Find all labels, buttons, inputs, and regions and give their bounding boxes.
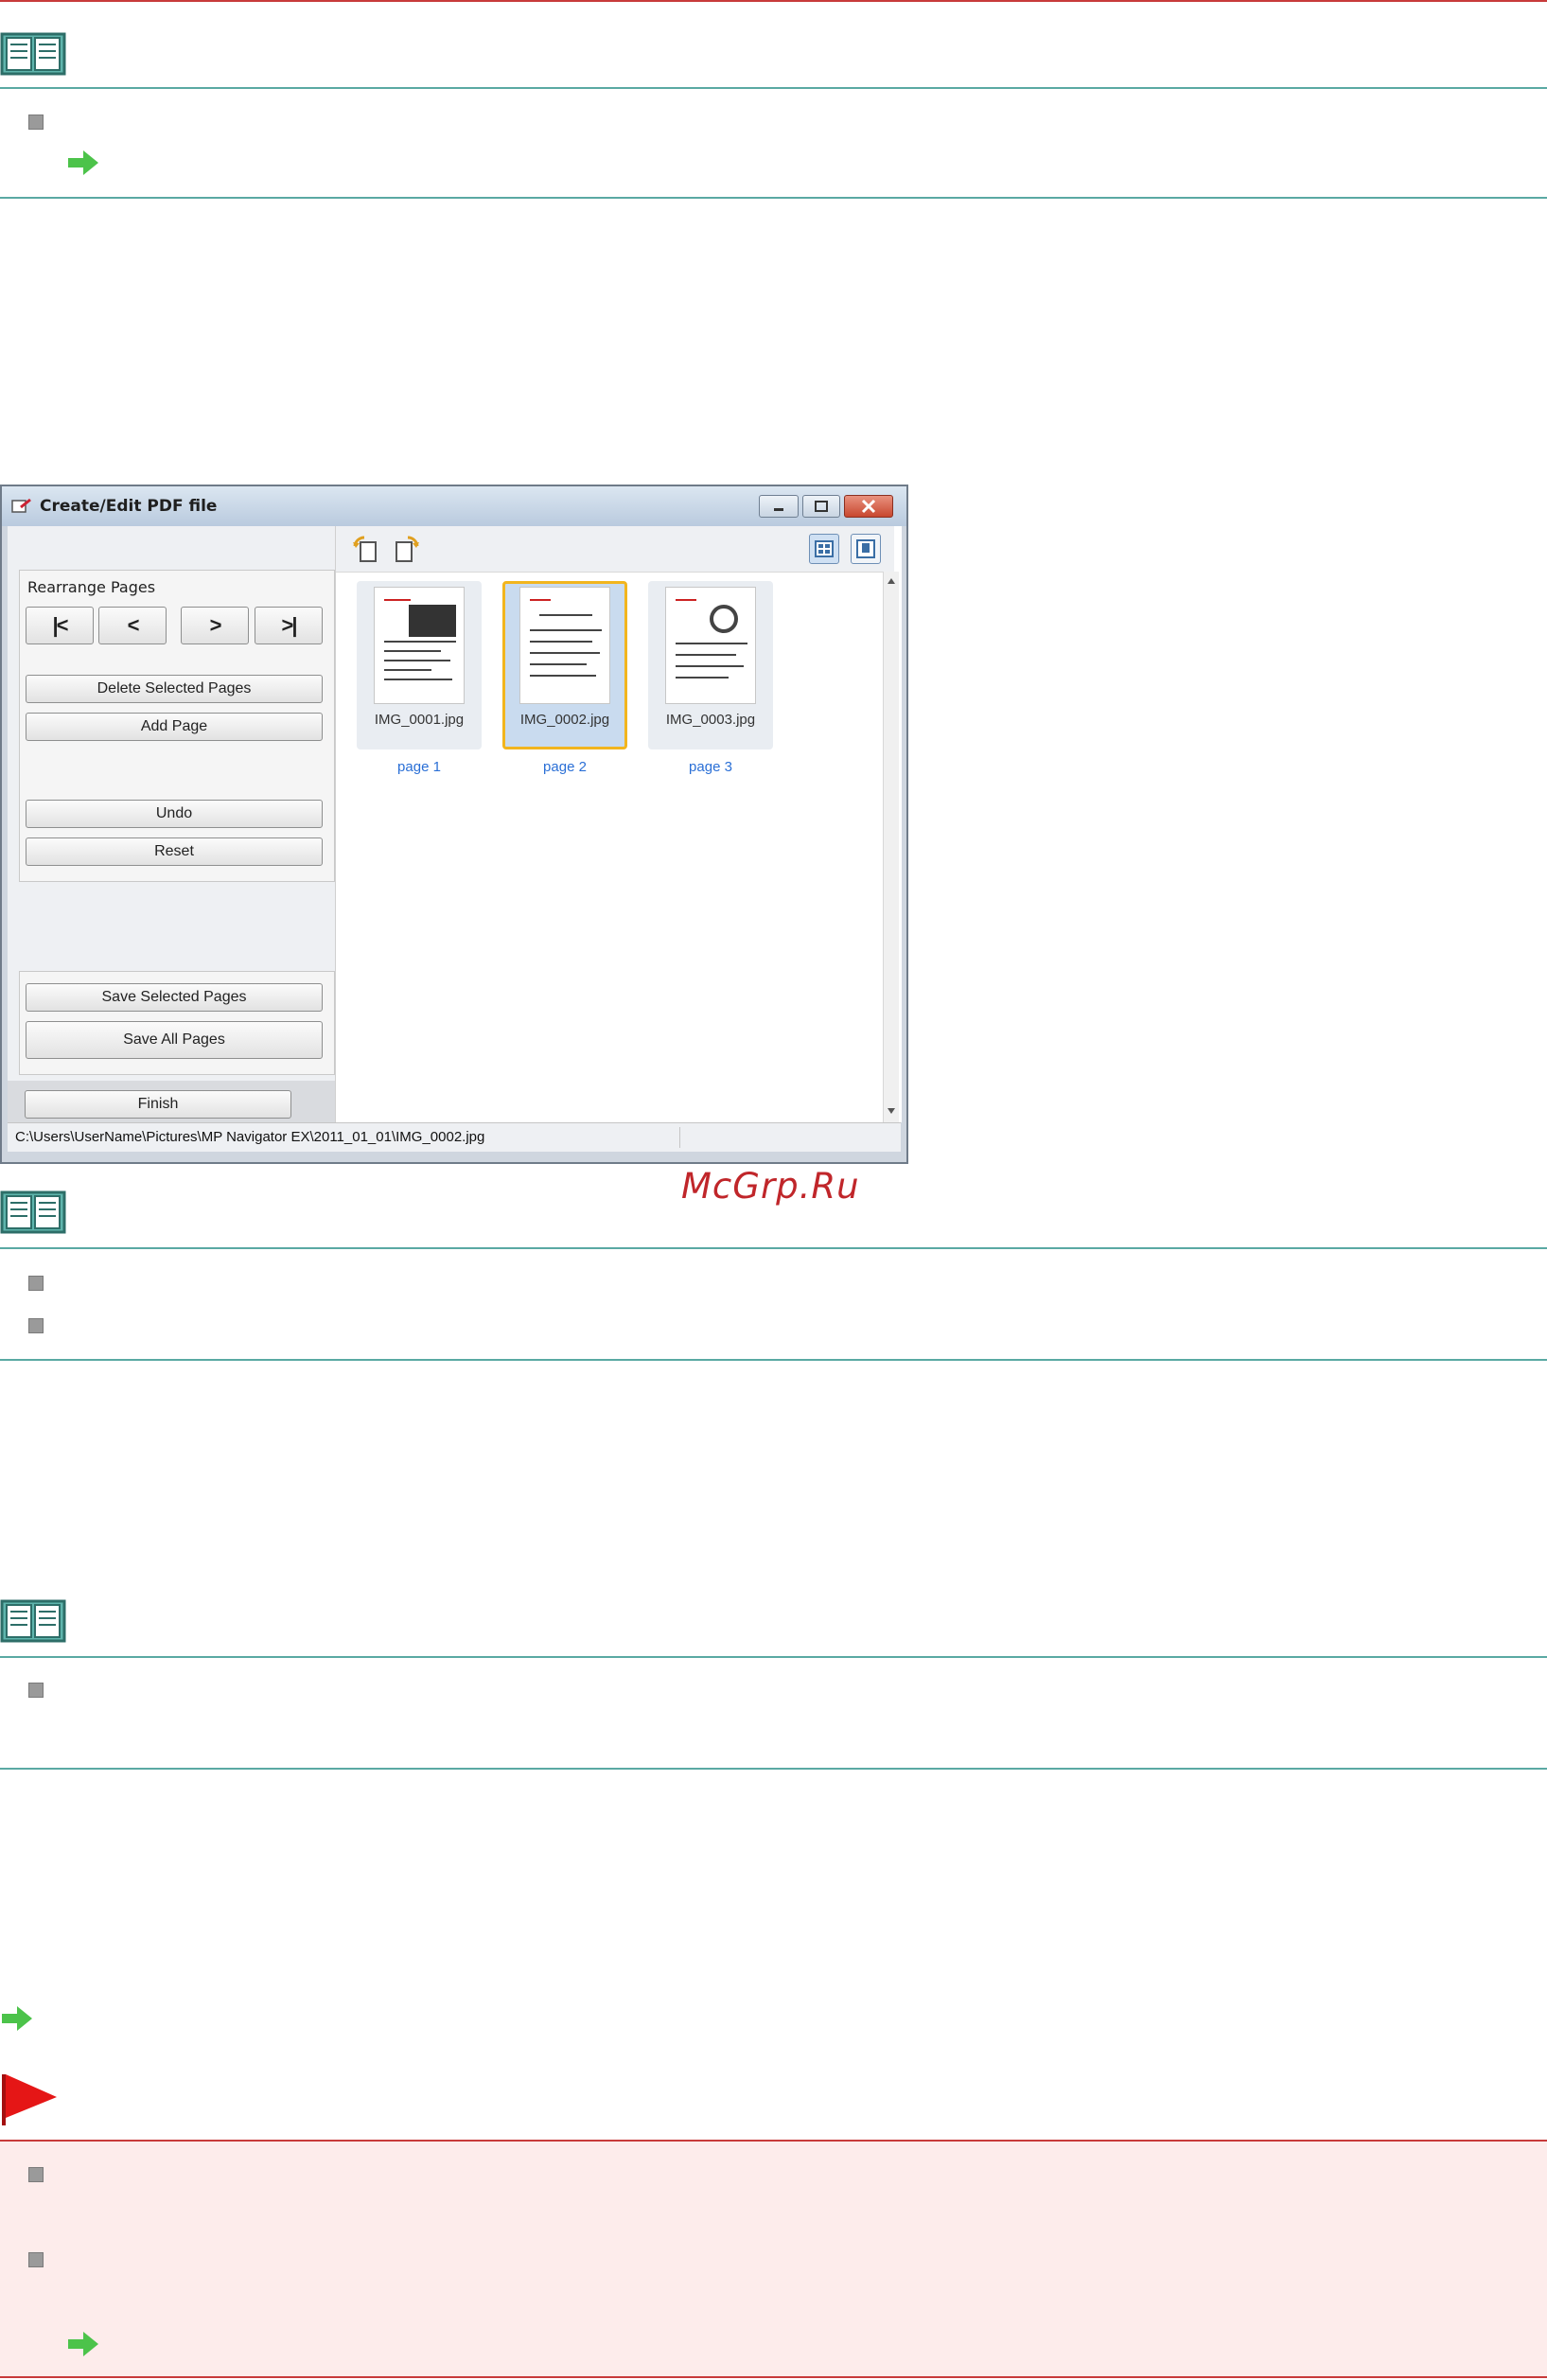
reset-button[interactable]: Reset xyxy=(26,837,323,866)
status-file-path: C:\Users\UserName\Pictures\MP Navigator … xyxy=(15,1129,485,1145)
note-book-icon xyxy=(0,1599,66,1643)
gray-bullet-icon xyxy=(28,1276,44,1291)
move-last-button[interactable]: >| xyxy=(255,607,323,644)
save-all-pages-button[interactable]: Save All Pages xyxy=(26,1021,323,1059)
important-rule xyxy=(0,2376,1547,2378)
thumbnail-toolbar xyxy=(336,526,894,573)
left-pane: Rearrange Pages |< < > >| Delete Selecte… xyxy=(8,526,335,1122)
thumbnail-filename: IMG_0001.jpg xyxy=(374,712,465,728)
delete-selected-pages-button[interactable]: Delete Selected Pages xyxy=(26,675,323,703)
thumbnail-filename: IMG_0002.jpg xyxy=(519,712,610,728)
page-preview xyxy=(374,587,465,704)
gray-bullet-icon xyxy=(28,1318,44,1333)
note-rule xyxy=(0,1247,1547,1249)
gray-bullet-icon xyxy=(28,1683,44,1698)
page-view-icon xyxy=(856,539,875,558)
thumbnail-view-toggle[interactable] xyxy=(809,534,839,564)
thumbnail-view-icon xyxy=(815,540,834,557)
create-edit-pdf-window: Create/Edit PDF file Rearrange Pages |< … xyxy=(0,485,908,1164)
note-rule xyxy=(0,197,1547,199)
status-divider xyxy=(679,1127,680,1148)
watermark: McGrp.Ru xyxy=(681,1166,860,1207)
gray-bullet-icon xyxy=(28,2252,44,2267)
rearrange-label: Rearrange Pages xyxy=(27,578,156,596)
app-icon xyxy=(11,498,31,513)
note-book-icon xyxy=(0,32,66,76)
gray-bullet-icon xyxy=(28,2167,44,2182)
close-icon xyxy=(861,499,876,514)
note-rule xyxy=(0,1359,1547,1361)
close-button[interactable] xyxy=(844,495,893,518)
note-rule xyxy=(0,1768,1547,1770)
window-client: Rearrange Pages |< < > >| Delete Selecte… xyxy=(8,526,902,1152)
thumbnail-item[interactable]: IMG_0003.jpg xyxy=(648,581,773,749)
rotate-right-icon[interactable] xyxy=(393,535,421,563)
page-view-toggle[interactable] xyxy=(851,534,881,564)
save-group: Save Selected Pages Save All Pages xyxy=(19,971,335,1075)
thumbnail-item-selected[interactable]: IMG_0002.jpg xyxy=(502,581,627,749)
thumbnail-scrollbar[interactable] xyxy=(883,572,899,1122)
save-selected-pages-button[interactable]: Save Selected Pages xyxy=(26,983,323,1012)
note-rule xyxy=(0,87,1547,89)
scroll-down-icon[interactable] xyxy=(884,1103,899,1119)
move-first-button[interactable]: |< xyxy=(26,607,94,644)
add-page-button[interactable]: Add Page xyxy=(26,713,323,741)
status-bar: C:\Users\UserName\Pictures\MP Navigator … xyxy=(8,1122,901,1152)
minimize-button[interactable] xyxy=(759,495,799,518)
minimize-icon xyxy=(774,508,783,511)
finish-button[interactable]: Finish xyxy=(25,1090,291,1119)
important-rule xyxy=(0,2140,1547,2142)
gray-bullet-icon xyxy=(28,115,44,130)
red-flag-icon xyxy=(2,2074,57,2125)
important-box xyxy=(0,2142,1547,2377)
green-arrow-icon[interactable] xyxy=(0,2004,34,2033)
move-next-button[interactable]: > xyxy=(181,607,249,644)
page-preview xyxy=(665,587,756,704)
thumbnail-filename: IMG_0003.jpg xyxy=(665,712,756,728)
top-red-rule xyxy=(0,0,1547,2)
window-titlebar: Create/Edit PDF file xyxy=(2,486,906,526)
undo-button[interactable]: Undo xyxy=(26,800,323,828)
green-arrow-icon[interactable] xyxy=(66,149,100,177)
page-number-label: page 2 xyxy=(543,759,587,775)
scroll-up-icon[interactable] xyxy=(884,573,899,589)
thumbnail-item[interactable]: IMG_0001.jpg xyxy=(357,581,482,749)
move-prev-button[interactable]: < xyxy=(98,607,167,644)
green-arrow-icon[interactable] xyxy=(66,2330,100,2358)
thumbnail-pane: IMG_0001.jpg page 1 IMG_0002.jpg page 2 xyxy=(335,526,902,1122)
maximize-button[interactable] xyxy=(802,495,840,518)
note-book-icon xyxy=(0,1190,66,1234)
note-rule xyxy=(0,1656,1547,1658)
maximize-icon xyxy=(815,501,828,512)
page-number-label: page 3 xyxy=(689,759,732,775)
rearrange-group: Rearrange Pages |< < > >| Delete Selecte… xyxy=(19,570,335,882)
rotate-left-icon[interactable] xyxy=(351,535,379,563)
page-number-label: page 1 xyxy=(397,759,441,775)
page-preview xyxy=(519,587,610,704)
window-title: Create/Edit PDF file xyxy=(40,497,218,516)
